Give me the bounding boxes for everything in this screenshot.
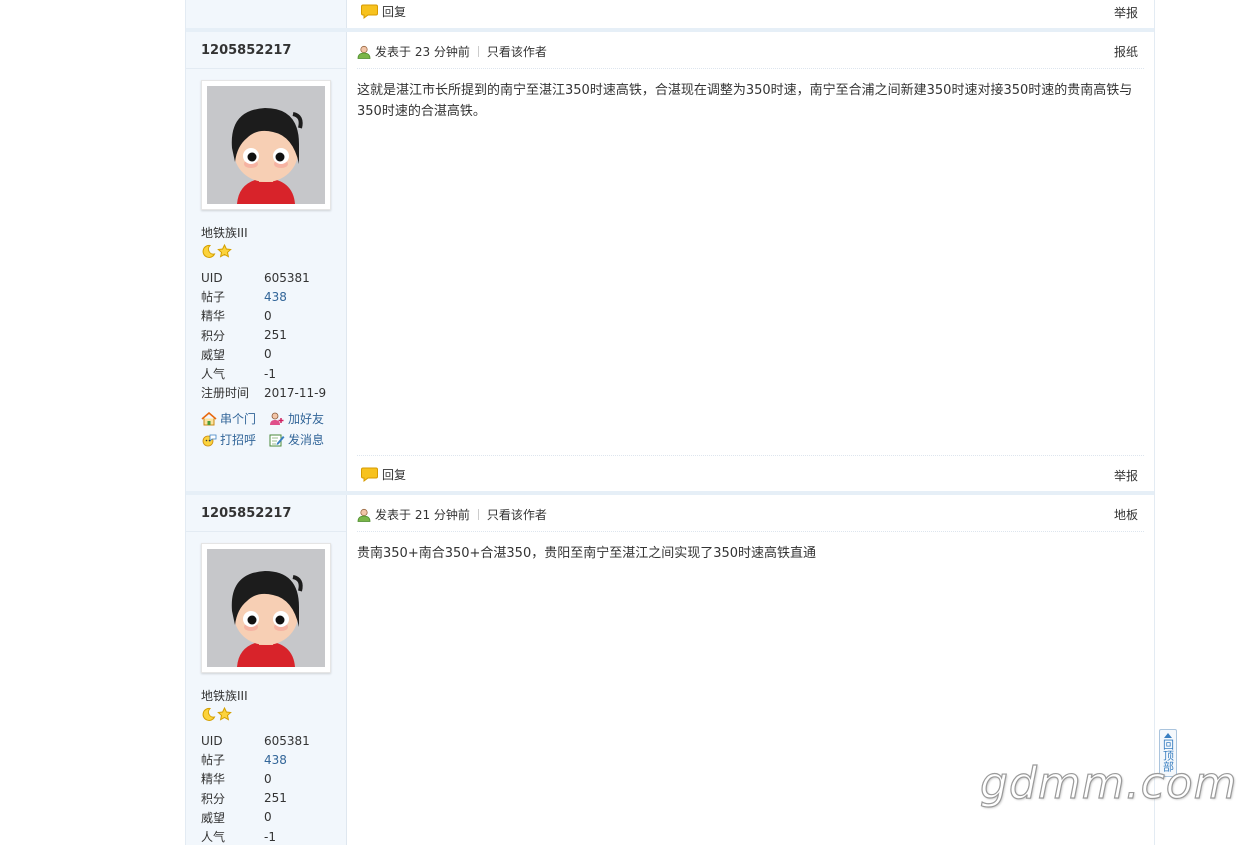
greet-link[interactable]: 打招呼 — [201, 431, 269, 448]
add-friend-link[interactable]: 加好友 — [269, 410, 337, 427]
report-link[interactable]: 举报 — [1114, 4, 1138, 21]
post-content: 这就是湛江市长所提到的南宁至湛江350时速高铁，合湛现在调整为350时速，南宁至… — [357, 83, 1133, 119]
post-main: 发表于 23 分钟前 只看该作者 报纸 这就是湛江市长所提到的南宁至湛江350时… — [347, 32, 1154, 491]
add-friend-icon — [270, 412, 284, 425]
home-icon — [201, 411, 217, 425]
post-meta-bar: 发表于 23 分钟前 只看该作者 报纸 — [357, 32, 1144, 69]
floor-number[interactable]: 地板 — [1114, 506, 1138, 523]
stat-register-date: 注册时间 2017-11-9 — [201, 385, 327, 401]
post-footer: 回复 举报 — [357, 455, 1144, 492]
wave-icon — [202, 434, 217, 446]
user-group: 地铁族III — [201, 226, 248, 240]
post-content: 贵南350+南合350+合湛350，贵阳至南宁至湛江之间实现了350时速高铁直通 — [357, 546, 817, 561]
speech-bubble-icon — [361, 4, 378, 19]
only-author-link[interactable]: 只看该作者 — [487, 506, 547, 523]
rank-icons — [201, 244, 232, 259]
stat-points: 积分 251 — [201, 791, 287, 806]
user-stats: UID 605381 帖子 438 精华 0 积分 251 威望 0 人气 -1 — [201, 731, 341, 845]
avatar[interactable] — [201, 80, 331, 210]
stat-popularity: 人气 -1 — [201, 829, 276, 845]
stat-popularity: 人气 -1 — [201, 366, 276, 382]
reply-label: 回复 — [382, 4, 407, 19]
author-name[interactable]: 1205852217 — [201, 506, 291, 521]
posts-count-link[interactable]: 438 — [264, 753, 287, 767]
post-meta-bar: 发表于 21 分钟前 只看该作者 地板 — [357, 495, 1144, 532]
arrow-up-icon — [1164, 733, 1172, 738]
avatar-image — [207, 86, 325, 204]
star-icon — [217, 244, 232, 258]
stat-prestige: 威望 0 — [201, 810, 272, 825]
previous-post-footer: 回复 举报 — [347, 0, 1154, 28]
stat-digest: 精华 0 — [201, 771, 272, 787]
stat-uid: UID 605381 — [201, 733, 310, 748]
user-stats: UID 605381 帖子 438 精华 0 积分 251 威望 0 人气 -1 注册时间 2… — [201, 268, 341, 402]
moon-icon — [202, 244, 216, 258]
stat-prestige: 威望 0 — [201, 347, 272, 362]
reply-label: 回复 — [382, 467, 407, 482]
stat-digest: 精华 0 — [201, 308, 272, 324]
moon-icon — [202, 707, 216, 721]
stat-points: 积分 251 — [201, 328, 287, 343]
stat-posts: 帖子 438 — [201, 752, 287, 768]
only-author-link[interactable]: 只看该作者 — [487, 43, 547, 60]
reply-button[interactable]: 回复 — [361, 466, 406, 482]
author-name[interactable]: 1205852217 — [201, 43, 291, 58]
reply-button[interactable]: 回复 — [361, 3, 406, 19]
send-message-link[interactable]: 发消息 — [269, 431, 337, 448]
report-link[interactable]: 举报 — [1114, 467, 1138, 484]
user-actions: 串个门 加好友 打招呼 发消息 — [201, 408, 341, 450]
post: 1205852217 地铁族III UID 605381 帖子 438 精华 0… — [186, 32, 1154, 491]
post-time: 发表于 23 分钟前 — [375, 45, 470, 59]
compose-icon — [269, 434, 285, 446]
site-watermark: gdmm.com — [979, 757, 1238, 809]
stat-uid: UID 605381 — [201, 270, 310, 285]
author-bar: 1205852217 — [186, 32, 346, 69]
floor-number[interactable]: 报纸 — [1114, 43, 1138, 60]
user-group: 地铁族III — [201, 689, 248, 703]
user-icon — [357, 508, 371, 522]
speech-bubble-icon — [361, 467, 378, 482]
author-bar: 1205852217 — [186, 495, 346, 532]
rank-icons — [201, 707, 232, 722]
avatar-image — [207, 549, 325, 667]
user-icon — [357, 45, 371, 59]
posts-count-link[interactable]: 438 — [264, 290, 287, 304]
post-time: 发表于 21 分钟前 — [375, 508, 470, 522]
star-icon — [217, 707, 232, 721]
thread-container: 回复 举报 1205852217 地铁族III UID 605381 帖子 43… — [185, 0, 1155, 845]
visit-home-link[interactable]: 串个门 — [201, 410, 269, 427]
avatar[interactable] — [201, 543, 331, 673]
stat-posts: 帖子 438 — [201, 289, 287, 305]
